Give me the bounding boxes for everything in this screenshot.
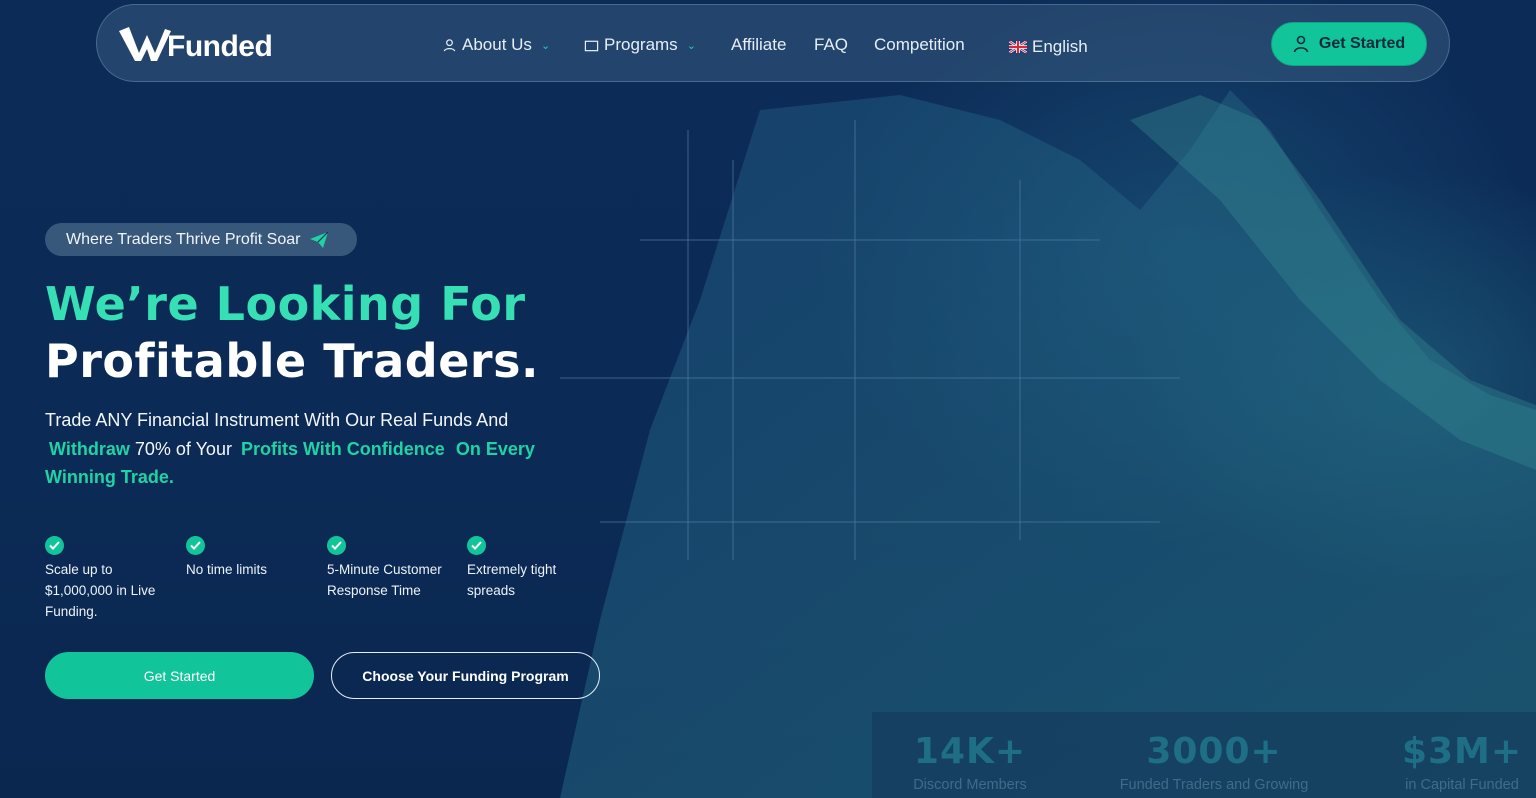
hero-subtitle: Trade ANY Financial Instrument With Our … [45,406,585,492]
feature-item: 5-Minute Customer Response Time [327,536,462,601]
nav-about-us[interactable]: About Us ⌄ [442,31,550,59]
headline-line-2: Profitable Traders. [45,334,539,388]
nav-competition-label: Competition [874,35,965,54]
nav-programs[interactable]: Programs ⌄ [584,31,696,59]
feature-item: No time limits [186,536,321,580]
subtitle-highlight-profits: Profits With Confidence [240,438,445,459]
subtitle-part-1: Trade ANY Financial Instrument With Our … [45,410,509,430]
stat-label: Funded Traders and Growing [1119,777,1309,793]
nav-affiliate-label: Affiliate [731,35,787,54]
hero-headline: We’re Looking For Profitable Traders. [45,276,539,390]
stat-discord: 14K+ Discord Members [902,731,1038,794]
stats-panel: 14K+ Discord Members 3000+ Funded Trader… [872,712,1536,798]
nav-affiliate[interactable]: Affiliate [731,31,786,59]
feature-item: Scale up to $1,000,000 in Live Funding. [45,536,180,622]
nav-faq[interactable]: FAQ [814,31,848,59]
choose-funding-program-button[interactable]: Choose Your Funding Program [331,652,600,699]
stat-label: Discord Members [913,777,1027,793]
nav-programs-label: Programs [604,35,678,54]
folder-icon [584,40,599,51]
feature-text-line: Response Time [327,583,421,598]
logo-w-mark-icon [119,27,171,61]
nav-get-started-label: Get Started [1318,35,1406,52]
top-navigation-bar: Funded About Us ⌄ Programs ⌄ Affiliate F… [96,4,1450,82]
stat-value: 3000+ [1146,731,1282,772]
chevron-down-icon: ⌄ [686,39,696,52]
nav-faq-label: FAQ [814,35,849,54]
nav-competition[interactable]: Competition [874,31,965,59]
user-icon [1293,35,1309,53]
feature-text-line: Funding. [45,604,98,619]
check-circle-icon [45,536,64,555]
check-circle-icon [186,536,205,555]
nav-about-us-label: About Us [462,35,532,54]
feature-text-line: spreads [467,583,516,598]
check-circle-icon [467,536,486,555]
tagline-badge: Where Traders Thrive Profit Soar [45,223,357,256]
brand-name: Funded [167,30,273,63]
uk-flag-icon [1009,41,1027,53]
feature-item: Extremely tight spreads [467,536,602,601]
feature-text-line: 5-Minute Customer [327,562,442,577]
chevron-down-icon: ⌄ [540,39,551,52]
stat-value: $3M+ [1401,731,1523,772]
language-selector[interactable]: English [1009,33,1088,61]
subtitle-part-2: 70% of Your [134,438,232,459]
stat-value: 14K+ [913,731,1027,772]
get-started-button[interactable]: Get Started [45,652,314,699]
feature-text-line: $1,000,000 in Live [45,583,156,598]
feature-text-line: Scale up to [45,562,113,577]
nav-get-started-button[interactable]: Get Started [1271,22,1427,66]
tagline-text: Where Traders Thrive Profit Soar [66,230,301,248]
stat-capital: $3M+ in Capital Funded [1394,731,1530,794]
subtitle-highlight-withdraw: Withdraw [49,438,130,459]
feature-text-line: Extremely tight [467,562,557,577]
stat-label: in Capital Funded [1405,777,1519,793]
brand-logo[interactable]: Funded [117,23,273,65]
paper-plane-icon [310,231,329,248]
feature-text-line: No time limits [186,562,268,577]
stat-funded-traders: 3000+ Funded Traders and Growing [1108,731,1320,794]
headline-line-1: We’re Looking For [45,277,526,331]
check-circle-icon [327,536,346,555]
language-label: English [1032,37,1088,56]
user-icon [443,38,456,51]
